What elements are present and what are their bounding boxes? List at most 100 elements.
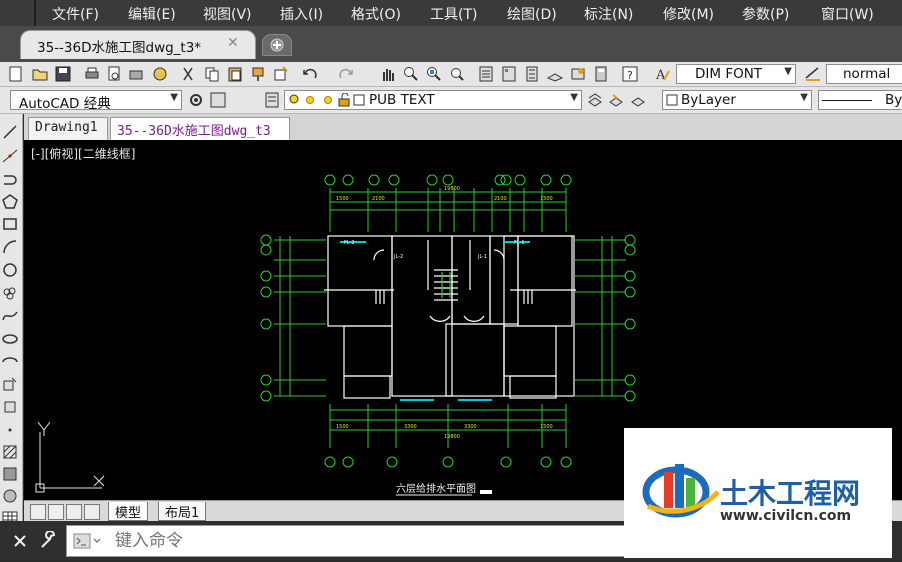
menu-format[interactable]: 格式(O) — [351, 4, 401, 24]
dimension-style-select[interactable]: DIM FONT ▼ — [676, 64, 796, 84]
close-icon[interactable]: ✕ — [227, 35, 239, 51]
svg-text:JL-2: JL-2 — [393, 254, 403, 260]
dimension-style-icon[interactable] — [805, 66, 821, 82]
help-icon[interactable]: ? — [622, 66, 638, 82]
layout-tab-model[interactable]: 模型 — [108, 502, 149, 521]
close-icon[interactable] — [12, 533, 28, 549]
first-layout-button[interactable] — [30, 504, 46, 520]
menu-file[interactable]: 文件(F) — [52, 4, 99, 24]
watermark: 土木工程网 www.civilcn.com — [624, 428, 892, 558]
layout-tab-layout1[interactable]: 布局1 — [158, 502, 207, 521]
color-select[interactable]: ByLayer ▼ — [662, 90, 812, 110]
menu-insert[interactable]: 插入(I) — [280, 4, 323, 24]
layer-previous-icon[interactable] — [608, 92, 624, 108]
redo-icon[interactable] — [338, 66, 354, 82]
gradient-icon[interactable] — [2, 466, 18, 482]
document-tab-bar: 35--36D水施工图dwg_t3* ✕ — [0, 26, 902, 62]
new-tab-button[interactable] — [262, 34, 292, 56]
workspace-select[interactable]: AutoCAD 经典 ▼ — [10, 90, 182, 112]
menu-dimension[interactable]: 标注(N) — [584, 4, 633, 24]
file-tab-bar: Drawing1 35--36D水施工图dwg_t3 — [24, 114, 902, 140]
menu-tools[interactable]: 工具(T) — [430, 4, 477, 24]
svg-text:19800: 19800 — [444, 186, 460, 192]
command-prompt-icon[interactable] — [73, 533, 103, 549]
block-editor-icon[interactable] — [273, 66, 289, 82]
sheet-set-icon[interactable] — [547, 66, 563, 82]
watermark-url: www.civilcn.com — [720, 508, 852, 524]
undo-icon[interactable] — [302, 66, 318, 82]
line-icon[interactable] — [2, 124, 18, 140]
print-icon[interactable] — [84, 66, 100, 82]
menu-separator — [34, 0, 36, 26]
layer-properties-icon[interactable] — [264, 92, 280, 108]
3d-dwf-icon[interactable] — [152, 66, 168, 82]
wrench-icon[interactable] — [38, 531, 58, 551]
workspace-settings-icon[interactable] — [188, 92, 204, 108]
ellipse-arc-icon[interactable] — [2, 354, 18, 370]
print-preview-icon[interactable] — [106, 66, 122, 82]
text-style-select[interactable]: normal — [826, 64, 902, 84]
next-layout-button[interactable] — [66, 504, 82, 520]
design-center-icon[interactable] — [501, 66, 517, 82]
ellipse-icon[interactable] — [2, 331, 18, 347]
save-icon[interactable] — [55, 66, 71, 82]
layer-visibility-icon — [324, 96, 332, 104]
svg-text:JL-1: JL-1 — [477, 254, 487, 260]
menu-parameters[interactable]: 参数(P) — [742, 4, 789, 24]
layer-state-icon[interactable] — [630, 92, 646, 108]
menu-draw[interactable]: 绘图(D) — [507, 4, 557, 24]
region-icon[interactable] — [2, 488, 18, 504]
file-tab-drawing1[interactable]: Drawing1 — [28, 117, 108, 140]
insert-block-icon[interactable] — [2, 376, 18, 392]
publish-icon[interactable] — [128, 66, 144, 82]
standard-toolbar: ? A DIM FONT ▼ normal — [0, 62, 902, 87]
make-block-icon[interactable] — [2, 399, 18, 415]
linetype-value: By — [885, 92, 902, 108]
new-file-icon[interactable] — [8, 66, 24, 82]
construction-line-icon[interactable] — [2, 148, 18, 164]
layer-value: PUB TEXT — [369, 92, 435, 108]
polyline-icon[interactable] — [2, 172, 18, 188]
circle-icon[interactable] — [2, 262, 18, 278]
linetype-select[interactable]: By — [818, 90, 902, 110]
layer-icon[interactable] — [210, 92, 226, 108]
open-folder-icon[interactable] — [32, 66, 48, 82]
rectangle-icon[interactable] — [2, 216, 18, 232]
dimension-style-value: DIM FONT — [695, 66, 763, 82]
chevron-down-icon: ▼ — [170, 92, 178, 103]
zoom-realtime-icon[interactable] — [403, 66, 419, 82]
menu-view[interactable]: 视图(V) — [203, 4, 252, 24]
hatch-icon[interactable] — [2, 444, 18, 460]
lightbulb-icon — [289, 94, 299, 104]
tool-palettes-icon[interactable] — [524, 66, 540, 82]
paste-icon[interactable] — [227, 66, 243, 82]
point-icon[interactable] — [2, 422, 18, 438]
menu-window[interactable]: 窗口(W) — [821, 4, 874, 24]
arc-icon[interactable] — [2, 239, 18, 255]
properties-icon[interactable] — [478, 66, 494, 82]
menu-edit[interactable]: 编辑(E) — [128, 4, 176, 24]
polygon-icon[interactable] — [2, 194, 18, 210]
pan-icon[interactable] — [380, 66, 396, 82]
command-input-box[interactable] — [66, 525, 638, 557]
cut-icon[interactable] — [180, 66, 196, 82]
layer-select[interactable]: PUB TEXT ▼ — [284, 90, 582, 110]
command-input[interactable] — [113, 529, 617, 553]
markup-set-icon[interactable] — [570, 66, 586, 82]
make-current-layer-icon[interactable] — [587, 92, 603, 108]
quickcalc-icon[interactable] — [593, 66, 609, 82]
revision-cloud-icon[interactable] — [2, 285, 18, 301]
previous-layout-button[interactable] — [48, 504, 64, 520]
copy-icon[interactable] — [204, 66, 220, 82]
zoom-window-icon[interactable] — [426, 66, 442, 82]
svg-text:1500: 1500 — [336, 196, 349, 202]
text-style-icon[interactable]: A — [655, 66, 671, 82]
zoom-previous-icon[interactable] — [449, 66, 465, 82]
file-tab-active[interactable]: 35--36D水施工图dwg_t3 — [110, 117, 290, 140]
spline-icon[interactable] — [2, 308, 18, 324]
color-swatch — [666, 94, 678, 106]
match-properties-icon[interactable] — [250, 66, 266, 82]
menu-modify[interactable]: 修改(M) — [663, 4, 714, 24]
document-tab[interactable]: 35--36D水施工图dwg_t3* ✕ — [20, 30, 256, 59]
last-layout-button[interactable] — [84, 504, 100, 520]
